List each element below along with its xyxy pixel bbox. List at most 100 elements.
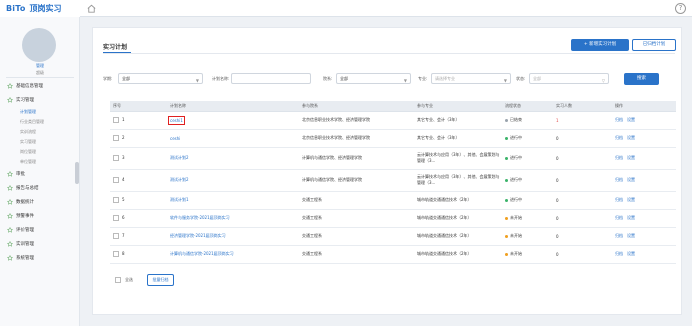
settings-link[interactable]: 设置 xyxy=(627,215,635,220)
sidebar-item-label: 预警事件 xyxy=(16,214,34,219)
settings-link[interactable]: 设置 xyxy=(627,197,635,202)
plan-name-link[interactable]: 测试计划2 xyxy=(170,177,189,182)
status-text: 进行中 xyxy=(510,177,522,182)
archive-link[interactable]: 归档 xyxy=(615,117,623,122)
archive-link[interactable]: 归档 xyxy=(615,197,623,202)
settings-link[interactable]: 设置 xyxy=(627,233,635,238)
status-cell: 进行中 xyxy=(502,169,553,192)
plan-name-link[interactable]: 计算机与通信学院-2021届顶岗实习 xyxy=(170,251,234,256)
row-checkbox[interactable] xyxy=(113,117,119,123)
column-header: 序号 xyxy=(110,101,167,112)
sidebar-item[interactable]: 基础信息管理 xyxy=(0,79,80,93)
user-name: 管理 xyxy=(36,63,44,68)
archive-link[interactable]: 归档 xyxy=(615,215,623,220)
sidebar-item[interactable]: 系统管理 xyxy=(0,251,80,265)
plan-name-link[interactable]: 测试计划2 xyxy=(170,155,189,160)
plan-name-cell: 计算机与通信学院-2021届顶岗实习 xyxy=(167,245,299,264)
sidebar-item[interactable]: 审批 xyxy=(0,167,80,181)
row-number-cell: 8 xyxy=(110,245,167,264)
status-cell: 未开始 xyxy=(502,209,553,228)
plan-name-link[interactable]: ceshi xyxy=(170,136,180,141)
plan-name-label: 计划名称: xyxy=(212,76,230,81)
intern-count: 1 xyxy=(556,117,559,123)
major-select[interactable]: 请选择专业 ▼ xyxy=(431,73,511,84)
plan-name-link[interactable]: 测试计划1 xyxy=(170,197,189,202)
select-all-label: 全选 xyxy=(125,277,133,282)
archive-link[interactable]: 归档 xyxy=(615,251,623,256)
row-number: 4 xyxy=(122,177,125,182)
plan-name-input[interactable] xyxy=(231,73,311,84)
avatar xyxy=(22,28,56,62)
row-checkbox[interactable] xyxy=(113,215,119,221)
sidebar-scrollbar[interactable] xyxy=(75,162,79,184)
star-icon xyxy=(7,255,13,261)
sidebar-item[interactable]: 数据统计 xyxy=(0,195,80,209)
settings-link[interactable]: 设置 xyxy=(627,135,635,140)
select-all-checkbox[interactable] xyxy=(115,277,121,283)
home-icon[interactable] xyxy=(86,3,97,14)
department-cell: 北京信息职业技术学院、经济管理学院 xyxy=(299,129,414,148)
archive-link[interactable]: 归档 xyxy=(615,177,623,182)
count-cell: 0 xyxy=(553,147,612,170)
row-checkbox[interactable] xyxy=(113,233,119,239)
department-select[interactable]: 全部 ▼ xyxy=(336,73,411,84)
archived-plans-button[interactable]: 已归档计划 xyxy=(632,39,676,51)
sidebar-subitem[interactable]: 实习管理 xyxy=(0,137,80,147)
star-icon xyxy=(7,97,13,103)
new-plan-button[interactable]: + 新增实习计划 xyxy=(571,39,629,51)
archive-link[interactable]: 归档 xyxy=(615,233,623,238)
row-checkbox[interactable] xyxy=(113,135,119,141)
row-checkbox[interactable] xyxy=(113,177,119,183)
department-cell: 交通工程系 xyxy=(299,209,414,228)
plan-name-link[interactable]: ceshi1 xyxy=(168,115,185,125)
count-cell: 1 xyxy=(553,111,612,130)
sidebar-item[interactable]: 报告与总结 xyxy=(0,181,80,195)
settings-link[interactable]: 设置 xyxy=(627,155,635,160)
row-number: 7 xyxy=(122,233,125,238)
sidebar-subitem[interactable]: 行业类目管理 xyxy=(0,117,80,127)
help-icon[interactable]: ? xyxy=(675,3,686,14)
page-title: 实习计划 xyxy=(103,44,128,51)
plan-name-link[interactable]: 经济管理学院-2021届顶岗实习 xyxy=(170,233,226,238)
search-button[interactable]: 搜索 xyxy=(624,73,659,85)
sidebar-item[interactable]: 预警事件 xyxy=(0,209,80,223)
term-select[interactable]: 全部 ▼ xyxy=(118,73,203,84)
sidebar-item-label: 系统管理 xyxy=(16,256,34,261)
settings-link[interactable]: 设置 xyxy=(627,117,635,122)
row-number-cell: 7 xyxy=(110,227,167,246)
count-cell: 0 xyxy=(553,209,612,228)
table-row: 1 ceshi1 北京信息职业技术学院、经济管理学院 其它专业、会计（3年） 已结束 1 归… xyxy=(110,111,676,130)
sidebar-item[interactable]: 实训管理 xyxy=(0,237,80,251)
status-dot xyxy=(505,178,508,182)
archive-link[interactable]: 归档 xyxy=(615,135,623,140)
sidebar-subitem[interactable]: 岗位管理 xyxy=(0,147,80,157)
logo-mark: BiTo xyxy=(6,4,26,13)
actions-cell: 归档 设置 xyxy=(612,111,676,130)
status-text: 进行中 xyxy=(510,155,522,160)
settings-link[interactable]: 设置 xyxy=(627,177,635,182)
intern-count: 0 xyxy=(556,177,559,183)
row-checkbox[interactable] xyxy=(113,155,119,161)
batch-archive-button[interactable]: 批量归档 xyxy=(147,274,174,286)
sidebar-subitem[interactable]: 实训流程 xyxy=(0,127,80,137)
intern-count: 0 xyxy=(556,233,559,239)
sidebar-subitem[interactable]: 单位管理 xyxy=(0,157,80,167)
row-checkbox[interactable] xyxy=(113,251,119,257)
row-checkbox[interactable] xyxy=(113,197,119,203)
status-cell: 未开始 xyxy=(502,227,553,246)
actions-cell: 归档 设置 xyxy=(612,245,676,264)
archive-link[interactable]: 归档 xyxy=(615,155,623,160)
row-number-cell: 6 xyxy=(110,209,167,228)
sidebar-subitem[interactable]: 计划管理 xyxy=(0,107,80,117)
sidebar-item[interactable]: 评价管理 xyxy=(0,223,80,237)
sidebar-item[interactable]: 实习管理 xyxy=(0,93,80,107)
status-cell: 进行中 xyxy=(502,129,553,148)
sidebar-item-label: 评价管理 xyxy=(16,228,34,233)
actions-cell: 归档 设置 xyxy=(612,147,676,170)
star-icon xyxy=(7,227,13,233)
intern-count: 0 xyxy=(556,135,559,141)
settings-link[interactable]: 设置 xyxy=(627,251,635,256)
actions-cell: 归档 设置 xyxy=(612,191,676,210)
plan-name-link[interactable]: 软件与服务学院-2021届顶岗实习 xyxy=(170,215,230,220)
status-select[interactable]: 全部 ▽ xyxy=(529,73,609,84)
